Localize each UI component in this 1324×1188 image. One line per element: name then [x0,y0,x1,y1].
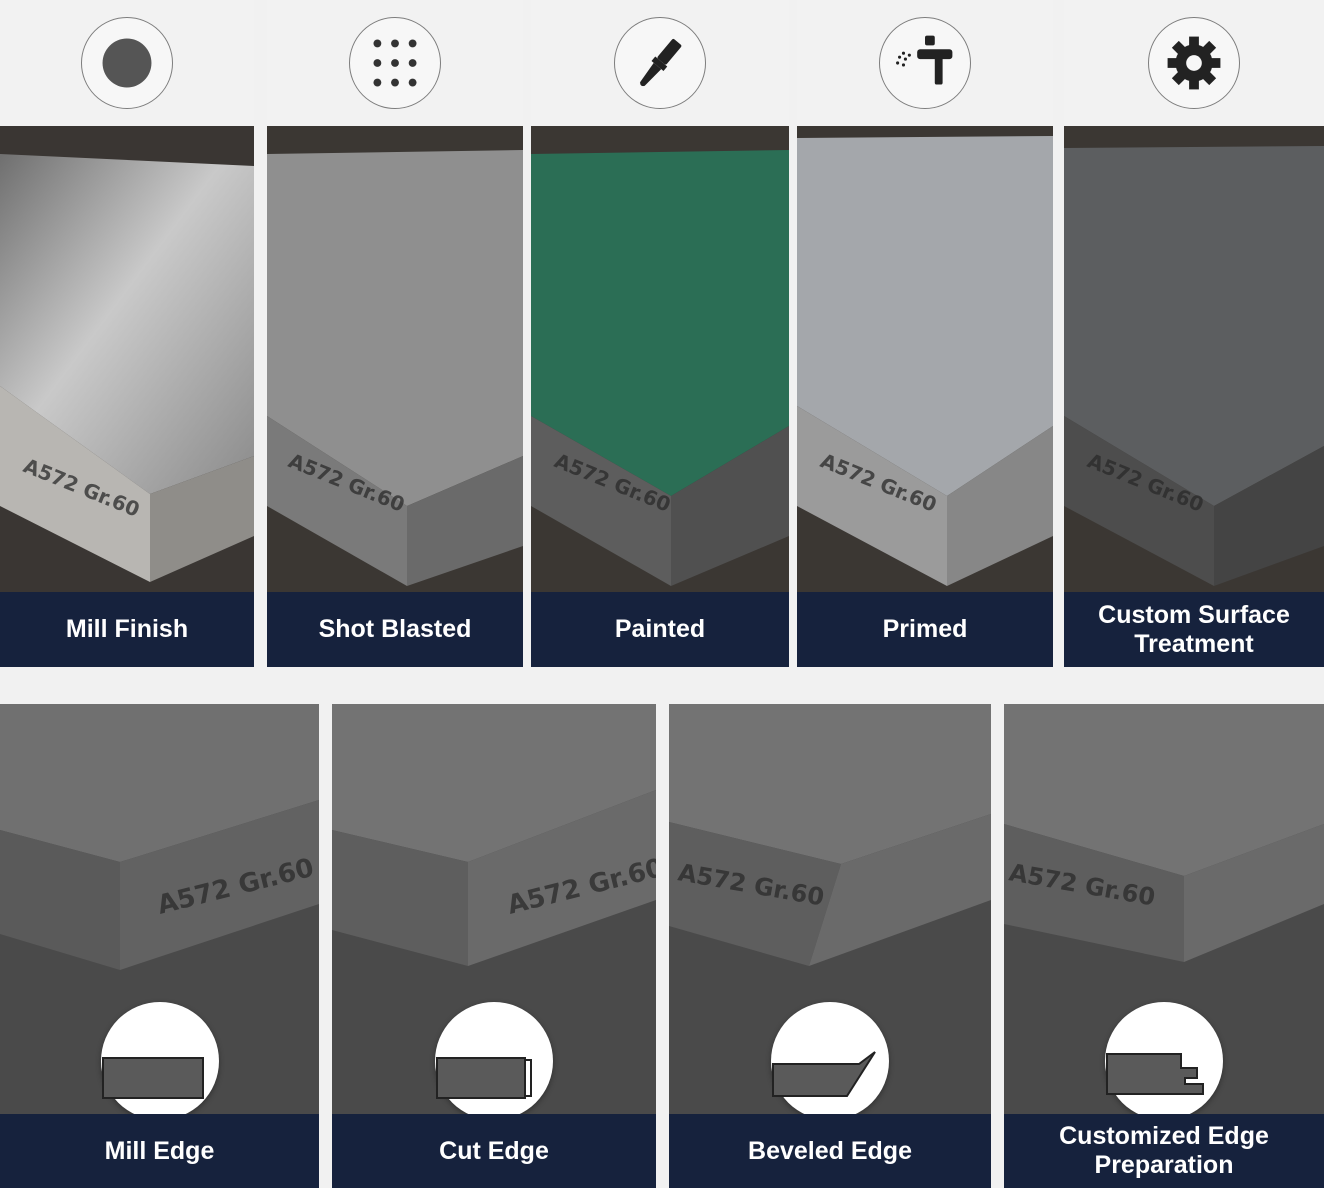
edge-panel-cut: A572 Gr.60 Cut Edge [332,704,656,1188]
finish-panel-custom-surface: A572 Gr.60 Custom Surface Treatment [1064,0,1324,667]
spray-gun-icon [879,17,971,109]
beveled-edge-profile-icon [771,1002,889,1120]
edge-label: Cut Edge [332,1114,656,1188]
plate-photo: A572 Gr.60 [267,126,523,592]
edge-panel-customized: A572 Gr.60 Customized Edge Preparation [1004,704,1324,1188]
edge-panel-beveled: A572 Gr.60 Beveled Edge [669,704,991,1188]
row-divider [0,667,1324,704]
finish-label: Shot Blasted [267,592,523,667]
finish-panel-primed: A572 Gr.60 Primed [797,0,1053,667]
icon-strip [267,0,523,126]
edge-label: Beveled Edge [669,1114,991,1188]
icon-strip [531,0,789,126]
finish-panel-mill: A572 Gr.60 Mill Finish [0,0,254,667]
finish-label: Custom Surface Treatment [1064,592,1324,667]
finish-label: Mill Finish [0,592,254,667]
gear-icon [1148,17,1240,109]
cut-edge-profile-icon [435,1002,553,1120]
custom-edge-profile-icon [1105,1002,1223,1120]
plate-photo: A572 Gr.60 [1064,126,1324,592]
solid-circle-icon [81,17,173,109]
icon-strip [0,0,254,126]
edge-panel-mill: A572 Gr.60 Mill Edge [0,704,319,1188]
mill-edge-profile-icon [100,1002,219,1120]
dot-grid-icon [349,17,441,109]
paintbrush-icon [614,17,706,109]
icon-strip [1064,0,1324,126]
finish-label: Primed [797,592,1053,667]
plate-photo: A572 Gr.60 [0,126,254,592]
plate-photo: A572 Gr.60 [797,126,1053,592]
finish-panel-painted: A572 Gr.60 Painted [531,0,789,667]
plate-photo: A572 Gr.60 [531,126,789,592]
edge-label: Customized Edge Preparation [1004,1114,1324,1188]
icon-strip [797,0,1053,126]
finish-panel-shot-blasted: A572 Gr.60 Shot Blasted [267,0,523,667]
finish-label: Painted [531,592,789,667]
edge-label: Mill Edge [0,1114,319,1188]
